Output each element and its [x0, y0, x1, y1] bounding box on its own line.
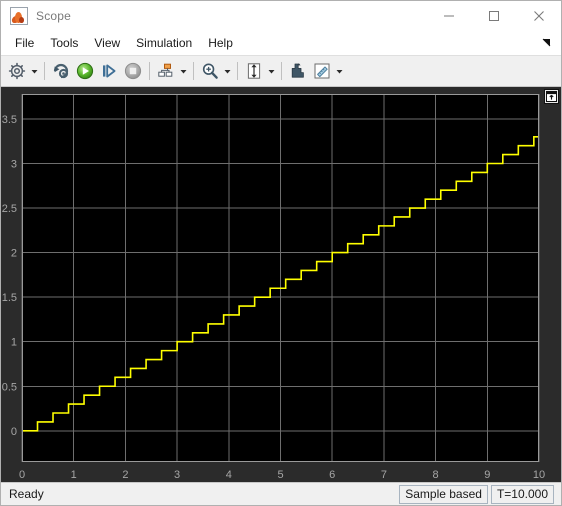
y-tick-label: 2: [11, 248, 17, 260]
rewind-icon: [53, 63, 68, 79]
x-tick-label: 6: [329, 469, 335, 481]
scope-window: Scope File Tools View Simulation Help 0 …: [0, 0, 562, 506]
layout-button[interactable]: [154, 59, 178, 83]
axes-scaling-icon: [291, 63, 304, 78]
window-controls: [426, 1, 561, 31]
matlab-membrane-icon: [10, 7, 28, 25]
x-tick-label: 0: [19, 469, 25, 481]
stop-icon: [124, 62, 142, 80]
x-tick-label: 2: [122, 469, 128, 481]
chevron-down-icon: [224, 69, 231, 73]
stop-button[interactable]: [121, 59, 145, 83]
x-tick-label: 9: [484, 469, 490, 481]
layout-icon: [158, 63, 173, 77]
y-tick-label: 2.5: [2, 203, 17, 215]
chevron-down-icon: [336, 69, 343, 73]
minimize-icon: [443, 15, 454, 17]
autoscale-icon: [247, 63, 261, 79]
cursor-measurements-dropdown[interactable]: [334, 59, 345, 83]
minimize-button[interactable]: [426, 1, 471, 31]
maximize-icon: [488, 11, 499, 21]
status-bar: Ready Sample based T=10.000: [1, 482, 561, 505]
overflow-arrow-icon: [542, 38, 551, 47]
zoom-in-icon: [202, 63, 218, 79]
play-icon: [76, 62, 94, 80]
menu-item-file[interactable]: File: [7, 33, 42, 53]
title-bar: Scope: [1, 1, 561, 31]
step-forward-icon: [103, 64, 116, 78]
chevron-down-icon: [31, 69, 38, 73]
menu-item-simulation[interactable]: Simulation: [128, 33, 200, 53]
y-tick-label: 0: [11, 426, 17, 438]
menu-bar: File Tools View Simulation Help: [1, 31, 561, 56]
menu-item-tools[interactable]: Tools: [42, 33, 86, 53]
x-tick-label: 5: [277, 469, 283, 481]
y-tick-label: 0.5: [2, 381, 17, 393]
gear-icon: [8, 62, 26, 80]
chevron-down-icon: [180, 69, 187, 73]
autoscale-button[interactable]: [242, 59, 266, 83]
x-tick-label: 1: [71, 469, 77, 481]
y-tick-label: 3: [11, 159, 17, 171]
maximize-button[interactable]: [471, 1, 516, 31]
x-tick-label: 10: [533, 469, 545, 481]
status-message: Ready: [9, 487, 44, 501]
zoom-in-dropdown[interactable]: [222, 59, 233, 83]
frame-mode-pane: Sample based: [399, 484, 488, 504]
run-back-to-start-button[interactable]: [49, 59, 73, 83]
close-button[interactable]: [516, 1, 561, 31]
scope-plot-area[interactable]: 0 0.5 1 1.5 2 2.5 3 3.5 0 1 2 3 4 5 6 7 8 9 10: [1, 87, 561, 482]
toolbar-separator: [237, 62, 238, 80]
simulation-time-pane: T=10.000: [490, 484, 554, 504]
run-button[interactable]: [73, 59, 97, 83]
undock-icon: [546, 91, 557, 102]
zoom-in-button[interactable]: [198, 59, 222, 83]
x-tick-label: 7: [381, 469, 387, 481]
toolbar-separator: [193, 62, 194, 80]
configuration-properties-dropdown[interactable]: [29, 59, 40, 83]
step-forward-button[interactable]: [97, 59, 121, 83]
autoscale-dropdown[interactable]: [266, 59, 277, 83]
x-tick-label: 3: [174, 469, 180, 481]
menu-item-help[interactable]: Help: [200, 33, 241, 53]
cursor-measurements-button[interactable]: [310, 59, 334, 83]
close-icon: [533, 11, 544, 21]
plot-canvas[interactable]: 0 0.5 1 1.5 2 2.5 3 3.5 0 1 2 3 4 5 6 7 8 9 10: [1, 87, 561, 482]
ruler-icon: [314, 63, 330, 79]
scope-chart: 0 0.5 1 1.5 2 2.5 3 3.5 0 1 2 3 4 5 6 7 8 9 10: [2, 94, 545, 481]
status-panes: Sample based T=10.000: [399, 484, 557, 504]
menu-item-view[interactable]: View: [86, 33, 128, 53]
configuration-properties-button[interactable]: [5, 59, 29, 83]
toolbar-separator: [149, 62, 150, 80]
toolbar-separator: [281, 62, 282, 80]
toolbar: [1, 56, 561, 87]
y-tick-label: 3.5: [2, 114, 17, 126]
toolbar-separator: [44, 62, 45, 80]
x-tick-label: 8: [433, 469, 439, 481]
dock-undock-button[interactable]: [544, 89, 559, 104]
y-tick-label: 1.5: [2, 292, 17, 304]
layout-dropdown[interactable]: [178, 59, 189, 83]
y-tick-label: 1: [11, 337, 17, 349]
axes-scaling-button[interactable]: [286, 59, 310, 83]
chevron-down-icon: [268, 69, 275, 73]
x-tick-label: 4: [226, 469, 232, 481]
window-title: Scope: [36, 9, 72, 23]
menu-overflow-button[interactable]: [541, 36, 553, 50]
